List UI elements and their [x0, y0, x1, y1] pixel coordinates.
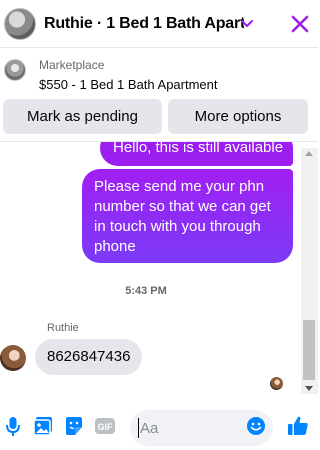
listing-avatar[interactable]	[4, 7, 36, 40]
chat-header: Ruthie · 1 Bed 1 Bath Apart...	[0, 0, 318, 48]
more-options-button[interactable]: More options	[168, 99, 308, 134]
like-icon[interactable]	[286, 414, 310, 438]
microphone-icon[interactable]	[2, 415, 24, 437]
listing-title: $550 - 1 Bed 1 Bath Apartment	[39, 77, 218, 92]
message-composer: GIF	[0, 402, 318, 450]
chevron-down-icon[interactable]	[238, 14, 256, 32]
sender-name: Ruthie	[47, 322, 79, 334]
emoji-icon[interactable]	[245, 415, 267, 437]
outgoing-message: Please send me your phn number so that w…	[82, 169, 293, 263]
photo-icon[interactable]	[32, 415, 54, 437]
incoming-message: 8626847436	[35, 339, 143, 375]
text-cursor	[138, 418, 139, 438]
scroll-down-arrow[interactable]	[305, 386, 313, 391]
mark-as-pending-button[interactable]: Mark as pending	[3, 99, 162, 134]
read-receipt-avatar	[270, 377, 283, 390]
marketplace-label: Marketplace	[39, 58, 105, 72]
scrollbar-thumb[interactable]	[303, 320, 315, 380]
sticker-icon[interactable]	[63, 415, 85, 437]
svg-text:GIF: GIF	[98, 422, 114, 432]
outgoing-message-partial: Hello, this is still available	[100, 142, 293, 166]
close-icon[interactable]	[289, 13, 311, 35]
chat-title[interactable]: Ruthie · 1 Bed 1 Bath Apart...	[44, 15, 244, 33]
message-timestamp: 5:43 PM	[125, 285, 167, 297]
sender-avatar[interactable]	[0, 345, 26, 371]
gif-icon[interactable]: GIF	[94, 415, 116, 437]
message-thread: Hello, this is still available Please se…	[0, 142, 318, 394]
marketplace-listing[interactable]: Marketplace $550 - 1 Bed 1 Bath Apartmen…	[0, 48, 318, 100]
scroll-up-arrow[interactable]	[305, 151, 313, 156]
listing-thumbnail	[4, 59, 26, 81]
